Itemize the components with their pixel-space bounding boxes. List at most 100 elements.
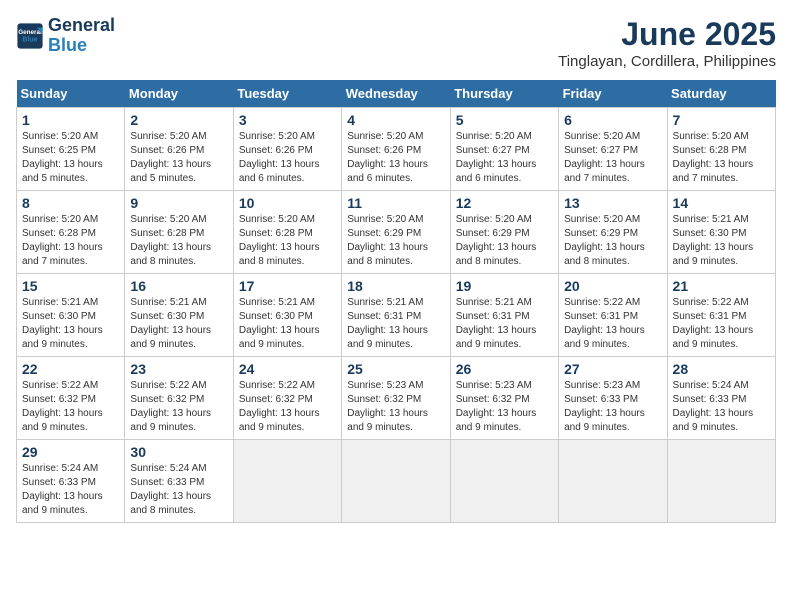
table-row: 22 Sunrise: 5:22 AMSunset: 6:32 PMDayligh… [17, 357, 125, 440]
table-row: 10Sunrise: 5:20 AMSunset: 6:28 PMDayligh… [233, 191, 341, 274]
day-number: 9 [130, 195, 227, 211]
header-tuesday: Tuesday [233, 80, 341, 108]
day-number: 18 [347, 278, 444, 294]
day-number: 29 [22, 444, 119, 460]
svg-text:Blue: Blue [22, 36, 37, 43]
day-info: Sunrise: 5:20 AMSunset: 6:25 PMDaylight:… [22, 131, 103, 184]
svg-text:General: General [18, 29, 42, 36]
day-info: Sunrise: 5:20 AMSunset: 6:28 PMDaylight:… [130, 214, 211, 267]
table-row: 6 Sunrise: 5:20 AMSunset: 6:27 PMDaylight… [559, 108, 667, 191]
day-number: 26 [456, 361, 553, 377]
day-number: 13 [564, 195, 661, 211]
day-number: 6 [564, 112, 661, 128]
day-info: Sunrise: 5:20 AMSunset: 6:28 PMDaylight:… [239, 214, 320, 267]
day-number: 2 [130, 112, 227, 128]
table-row: 23 Sunrise: 5:22 AMSunset: 6:32 PMDayligh… [125, 357, 233, 440]
table-row: 30Sunrise: 5:24 AMSunset: 6:33 PMDayligh… [125, 440, 233, 523]
calendar-table: Sunday Monday Tuesday Wednesday Thursday… [16, 80, 776, 523]
day-info: Sunrise: 5:21 AMSunset: 6:30 PMDaylight:… [22, 297, 103, 350]
month-title: June 2025 [558, 16, 776, 53]
table-row: 17 Sunrise: 5:21 AMSunset: 6:30 PMDayligh… [233, 274, 341, 357]
table-row: 28 Sunrise: 5:24 AMSunset: 6:33 PMDayligh… [667, 357, 775, 440]
day-number: 16 [130, 278, 227, 294]
table-row: 7 Sunrise: 5:20 AMSunset: 6:28 PMDaylight… [667, 108, 775, 191]
day-number: 11 [347, 195, 444, 211]
day-info: Sunrise: 5:20 AMSunset: 6:27 PMDaylight:… [456, 131, 537, 184]
day-number: 3 [239, 112, 336, 128]
table-row: 13 Sunrise: 5:20 AMSunset: 6:29 PMDayligh… [559, 191, 667, 274]
table-row: 24 Sunrise: 5:22 AMSunset: 6:32 PMDayligh… [233, 357, 341, 440]
day-number: 15 [22, 278, 119, 294]
day-info: Sunrise: 5:20 AMSunset: 6:29 PMDaylight:… [564, 214, 645, 267]
day-info: Sunrise: 5:22 AMSunset: 6:31 PMDaylight:… [564, 297, 645, 350]
day-info: Sunrise: 5:21 AMSunset: 6:31 PMDaylight:… [347, 297, 428, 350]
day-info: Sunrise: 5:20 AMSunset: 6:26 PMDaylight:… [130, 131, 211, 184]
logo-icon: General Blue [16, 22, 44, 50]
day-number: 20 [564, 278, 661, 294]
logo-text: General Blue [48, 16, 115, 56]
day-number: 30 [130, 444, 227, 460]
day-info: Sunrise: 5:20 AMSunset: 6:28 PMDaylight:… [22, 214, 103, 267]
header-saturday: Saturday [667, 80, 775, 108]
table-row [450, 440, 558, 523]
day-info: Sunrise: 5:21 AMSunset: 6:31 PMDaylight:… [456, 297, 537, 350]
day-info: Sunrise: 5:20 AMSunset: 6:26 PMDaylight:… [347, 131, 428, 184]
day-number: 21 [673, 278, 770, 294]
day-info: Sunrise: 5:22 AMSunset: 6:32 PMDaylight:… [239, 380, 320, 433]
day-number: 8 [22, 195, 119, 211]
table-row: 5 Sunrise: 5:20 AMSunset: 6:27 PMDaylight… [450, 108, 558, 191]
table-row: 12Sunrise: 5:20 AMSunset: 6:29 PMDayligh… [450, 191, 558, 274]
day-info: Sunrise: 5:20 AMSunset: 6:29 PMDaylight:… [347, 214, 428, 267]
table-row [667, 440, 775, 523]
table-row: 26Sunrise: 5:23 AMSunset: 6:32 PMDayligh… [450, 357, 558, 440]
day-info: Sunrise: 5:21 AMSunset: 6:30 PMDaylight:… [673, 214, 754, 267]
day-info: Sunrise: 5:20 AMSunset: 6:27 PMDaylight:… [564, 131, 645, 184]
logo: General Blue General Blue [16, 16, 115, 56]
day-number: 24 [239, 361, 336, 377]
day-info: Sunrise: 5:24 AMSunset: 6:33 PMDaylight:… [22, 463, 103, 516]
day-number: 19 [456, 278, 553, 294]
day-number: 28 [673, 361, 770, 377]
header-sunday: Sunday [17, 80, 125, 108]
table-row: 11 Sunrise: 5:20 AMSunset: 6:29 PMDayligh… [342, 191, 450, 274]
header-friday: Friday [559, 80, 667, 108]
day-info: Sunrise: 5:23 AMSunset: 6:33 PMDaylight:… [564, 380, 645, 433]
day-info: Sunrise: 5:20 AMSunset: 6:29 PMDaylight:… [456, 214, 537, 267]
table-row: 15 Sunrise: 5:21 AMSunset: 6:30 PMDayligh… [17, 274, 125, 357]
day-number: 4 [347, 112, 444, 128]
table-row: 14Sunrise: 5:21 AMSunset: 6:30 PMDayligh… [667, 191, 775, 274]
table-row [559, 440, 667, 523]
table-row: 25 Sunrise: 5:23 AMSunset: 6:32 PMDayligh… [342, 357, 450, 440]
day-number: 22 [22, 361, 119, 377]
day-number: 23 [130, 361, 227, 377]
day-info: Sunrise: 5:22 AMSunset: 6:32 PMDaylight:… [22, 380, 103, 433]
table-row: 27Sunrise: 5:23 AMSunset: 6:33 PMDayligh… [559, 357, 667, 440]
day-info: Sunrise: 5:21 AMSunset: 6:30 PMDaylight:… [239, 297, 320, 350]
table-row: 3Sunrise: 5:20 AMSunset: 6:26 PMDaylight… [233, 108, 341, 191]
table-row: 8 Sunrise: 5:20 AMSunset: 6:28 PMDaylight… [17, 191, 125, 274]
day-number: 25 [347, 361, 444, 377]
header-monday: Monday [125, 80, 233, 108]
table-row: 9 Sunrise: 5:20 AMSunset: 6:28 PMDaylight… [125, 191, 233, 274]
table-row: 4 Sunrise: 5:20 AMSunset: 6:26 PMDaylight… [342, 108, 450, 191]
day-number: 1 [22, 112, 119, 128]
table-row: 16 Sunrise: 5:21 AMSunset: 6:30 PMDayligh… [125, 274, 233, 357]
calendar-header-row: Sunday Monday Tuesday Wednesday Thursday… [17, 80, 776, 108]
day-number: 17 [239, 278, 336, 294]
table-row: 2 Sunrise: 5:20 AMSunset: 6:26 PMDaylight… [125, 108, 233, 191]
day-number: 5 [456, 112, 553, 128]
day-info: Sunrise: 5:23 AMSunset: 6:32 PMDaylight:… [347, 380, 428, 433]
table-row [342, 440, 450, 523]
header: General Blue General Blue June 2025 Ting… [16, 16, 776, 70]
day-info: Sunrise: 5:20 AMSunset: 6:28 PMDaylight:… [673, 131, 754, 184]
day-info: Sunrise: 5:24 AMSunset: 6:33 PMDaylight:… [673, 380, 754, 433]
header-thursday: Thursday [450, 80, 558, 108]
table-row: 18 Sunrise: 5:21 AMSunset: 6:31 PMDayligh… [342, 274, 450, 357]
table-row: 20 Sunrise: 5:22 AMSunset: 6:31 PMDayligh… [559, 274, 667, 357]
table-row: 21Sunrise: 5:22 AMSunset: 6:31 PMDayligh… [667, 274, 775, 357]
title-area: June 2025 Tinglayan, Cordillera, Philipp… [558, 16, 776, 70]
table-row: 29 Sunrise: 5:24 AMSunset: 6:33 PMDayligh… [17, 440, 125, 523]
day-info: Sunrise: 5:21 AMSunset: 6:30 PMDaylight:… [130, 297, 211, 350]
day-number: 7 [673, 112, 770, 128]
day-info: Sunrise: 5:22 AMSunset: 6:32 PMDaylight:… [130, 380, 211, 433]
